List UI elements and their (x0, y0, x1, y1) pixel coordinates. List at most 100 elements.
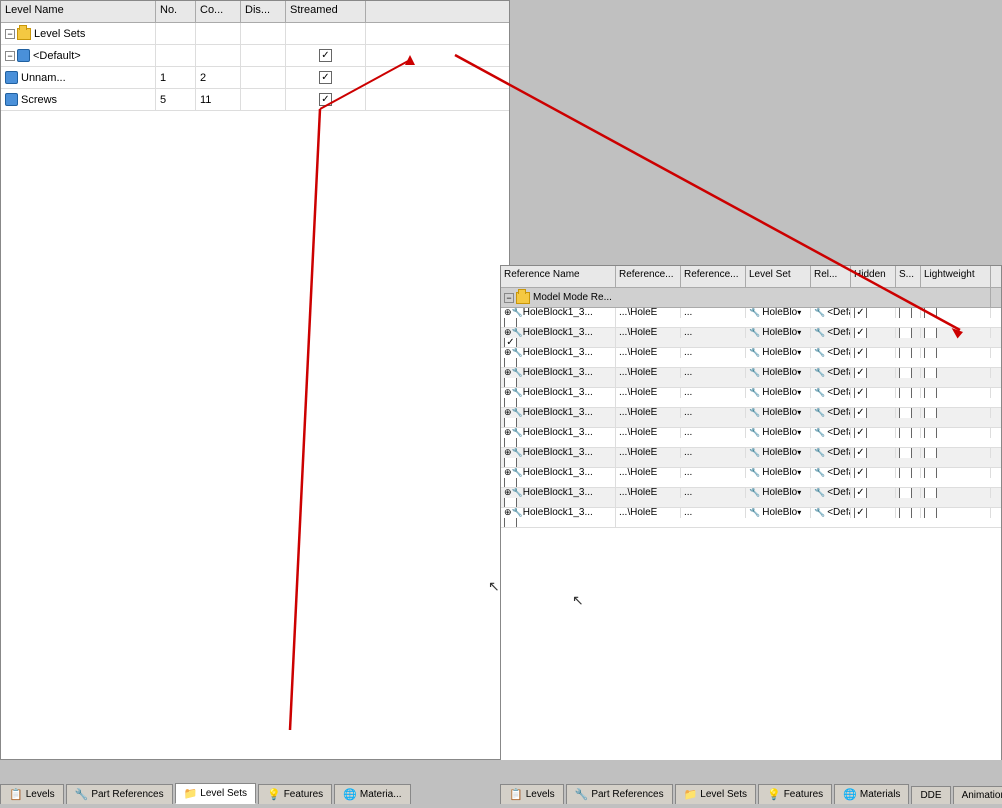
cb-hidden[interactable] (899, 328, 912, 338)
cb-lw[interactable] (504, 358, 517, 368)
cb-s[interactable] (924, 508, 937, 518)
tab-level-sets-left[interactable]: 📁 Level Sets (175, 783, 256, 804)
expand-group[interactable]: − (504, 293, 514, 303)
cb-hidden[interactable] (899, 428, 912, 438)
dropdown-arrow[interactable]: ▾ (797, 408, 801, 417)
cb-s[interactable] (924, 448, 937, 458)
cell-ref2: ... (681, 448, 746, 458)
cb-hidden[interactable] (899, 388, 912, 398)
cb-lw[interactable] (504, 458, 517, 468)
cell-ref2: ... (681, 468, 746, 478)
tab-features-right[interactable]: 💡 Features (758, 784, 832, 804)
cell-ref3: 🔧HoleBlo▾ (746, 428, 811, 438)
dropdown-arrow[interactable]: ▾ (797, 428, 801, 437)
expand-default[interactable]: − (5, 51, 15, 61)
plus-icon: ⊕ (504, 388, 512, 398)
cb-rel[interactable] (854, 468, 867, 478)
dropdown-arrow[interactable]: ▾ (797, 328, 801, 337)
cell-lw (501, 358, 616, 368)
tab-materials-left[interactable]: 🌐 Materia... (334, 784, 410, 804)
tab-levels-right-label: Levels (526, 789, 555, 800)
cb-lw[interactable] (504, 398, 517, 408)
dropdown-arrow[interactable]: ▾ (797, 368, 801, 377)
cb-hidden[interactable] (899, 448, 912, 458)
tab-dde-right[interactable]: DDE (911, 786, 950, 804)
cb-hidden[interactable] (899, 488, 912, 498)
col-rel: Rel... (811, 266, 851, 287)
cb-lw[interactable] (504, 318, 517, 328)
cell-unnam-streamed[interactable] (286, 67, 366, 88)
cb-screws-streamed[interactable] (319, 93, 332, 106)
col-hidden: Hidden (851, 266, 896, 287)
tab-levels-left[interactable]: 📋 Levels (0, 784, 64, 804)
cb-lw[interactable] (504, 378, 517, 388)
cb-s[interactable] (924, 348, 937, 358)
cb-hidden[interactable] (899, 368, 912, 378)
cb-default-streamed[interactable] (319, 49, 332, 62)
tab-features-left[interactable]: 💡 Features (258, 784, 332, 804)
cb-rel[interactable] (854, 508, 867, 518)
dropdown-arrow[interactable]: ▾ (797, 488, 801, 497)
cb-hidden[interactable] (899, 348, 912, 358)
dropdown-arrow[interactable]: ▾ (797, 468, 801, 477)
cb-s[interactable] (924, 388, 937, 398)
cb-hidden[interactable] (899, 408, 912, 418)
cb-s[interactable] (924, 368, 937, 378)
tab-materials-right[interactable]: 🌐 Materials (834, 784, 909, 804)
cb-rel[interactable] (854, 408, 867, 418)
cb-s[interactable] (924, 308, 937, 318)
plus-icon: ⊕ (504, 368, 512, 378)
dropdown-arrow[interactable]: ▾ (797, 508, 801, 517)
cell-lw (501, 458, 616, 468)
row-unnam: Unnam... 1 2 (1, 67, 509, 89)
right-data-row: ⊕ 🔧 HoleBlock1_3......\HoleE...🔧HoleBlo▾… (501, 508, 1001, 528)
cb-s[interactable] (924, 428, 937, 438)
cb-s[interactable] (924, 408, 937, 418)
cb-rel[interactable] (854, 348, 867, 358)
cell-screws-streamed[interactable] (286, 89, 366, 110)
cb-lw[interactable] (504, 498, 517, 508)
cell-default-co (196, 45, 241, 66)
cb-s[interactable] (924, 468, 937, 478)
cb-lw[interactable] (504, 518, 517, 528)
cb-lw[interactable] (504, 418, 517, 428)
cb-rel[interactable] (854, 428, 867, 438)
cell-unnam-no: 1 (156, 67, 196, 88)
cell-ref-name: ⊕ 🔧 HoleBlock1_3... (501, 348, 616, 358)
cell-rel (851, 468, 896, 478)
cb-s[interactable] (924, 328, 937, 338)
cb-rel[interactable] (854, 308, 867, 318)
dropdown-arrow[interactable]: ▾ (797, 448, 801, 457)
cb-hidden[interactable] (899, 468, 912, 478)
cell-default-streamed[interactable] (286, 45, 366, 66)
tab-part-refs-left[interactable]: 🔧 Part References (66, 784, 173, 804)
dropdown-arrow[interactable]: ▾ (797, 388, 801, 397)
cb-rel[interactable] (854, 328, 867, 338)
tab-levels-right[interactable]: 📋 Levels (500, 784, 564, 804)
default-label: <Default> (33, 50, 81, 62)
col-lw: Lightweight (921, 266, 991, 287)
cell-level-sets-no (156, 23, 196, 44)
cell-lw (501, 518, 616, 528)
dropdown-arrow[interactable]: ▾ (797, 348, 801, 357)
cb-unnam-streamed[interactable] (319, 71, 332, 84)
small-icon: 🔧 (749, 388, 760, 398)
cb-rel[interactable] (854, 488, 867, 498)
cb-rel[interactable] (854, 388, 867, 398)
cb-hidden[interactable] (899, 508, 912, 518)
cb-s[interactable] (924, 488, 937, 498)
cb-rel[interactable] (854, 368, 867, 378)
bottom-tabs-left: 📋 Levels 🔧 Part References 📁 Level Sets … (0, 760, 510, 808)
tab-part-refs-right[interactable]: 🔧 Part References (566, 784, 673, 804)
tab-level-sets-right[interactable]: 📁 Level Sets (675, 784, 756, 804)
cb-lw[interactable] (504, 478, 517, 488)
dropdown-arrow[interactable]: ▾ (797, 308, 801, 317)
right-data-row: ⊕ 🔧 HoleBlock1_3......\HoleE...🔧HoleBlo▾… (501, 408, 1001, 428)
cb-hidden[interactable] (899, 308, 912, 318)
expand-level-sets[interactable]: − (5, 29, 15, 39)
cb-lw[interactable] (504, 338, 517, 348)
cb-lw[interactable] (504, 438, 517, 448)
cell-ref-name: ⊕ 🔧 HoleBlock1_3... (501, 488, 616, 498)
tab-animation-right[interactable]: Animation (953, 786, 1002, 804)
cb-rel[interactable] (854, 448, 867, 458)
